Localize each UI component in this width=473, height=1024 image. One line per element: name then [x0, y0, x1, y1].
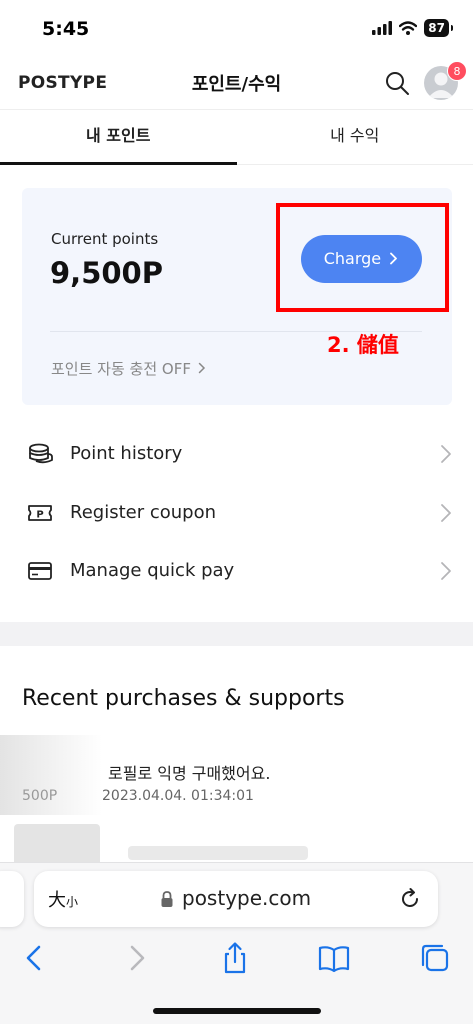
text-size-button[interactable]: 大小 [48, 886, 78, 912]
purchase-date: 2023.04.04. 01:34:01 [102, 788, 254, 804]
coupon-icon: P [28, 504, 52, 521]
previous-tab-preview[interactable] [0, 871, 24, 927]
lock-icon [161, 891, 173, 907]
purchase-description[interactable]: 로필로 익명 구매했어요. [108, 760, 270, 784]
wifi-icon [399, 21, 418, 35]
auto-charge-link[interactable]: 포인트 자동 충전 OFF [51, 358, 206, 379]
tab-my-points[interactable]: 내 포인트 [0, 111, 237, 165]
bookmarks-icon[interactable] [317, 941, 351, 975]
blurred-text [128, 846, 308, 860]
menu-label: Point history [70, 443, 183, 464]
notification-badge: 8 [447, 61, 467, 81]
menu-item-register-coupon[interactable]: P Register coupon [0, 484, 473, 543]
menu-label: Manage quick pay [70, 560, 235, 581]
status-time: 5:45 [42, 18, 90, 40]
chevron-right-icon [441, 445, 451, 463]
tab-bar: 내 포인트 내 수익 [0, 111, 473, 165]
share-icon[interactable] [218, 941, 252, 975]
chevron-right-icon [441, 562, 451, 580]
svg-text:P: P [36, 509, 43, 520]
battery-indicator: 87 [424, 19, 453, 37]
purchase-points: 500P [22, 788, 58, 804]
signal-icon [372, 21, 393, 35]
home-indicator [153, 1008, 321, 1014]
reload-icon[interactable] [398, 887, 422, 911]
current-points-label: Current points [51, 230, 159, 248]
menu-list: Point history P Register coupon Manage q… [0, 425, 473, 601]
coins-icon [29, 443, 53, 464]
tabs-icon[interactable] [418, 941, 452, 975]
menu-item-point-history[interactable]: Point history [0, 425, 473, 484]
chevron-right-icon [441, 503, 451, 522]
annotation-label: 2. 儲值 [327, 333, 399, 357]
search-icon[interactable] [384, 70, 410, 96]
recent-section-title: Recent purchases & supports [22, 686, 345, 711]
browser-toolbar: 大小 postype.com [0, 862, 473, 1024]
browser-nav-row [0, 937, 473, 983]
url-text: postype.com [182, 886, 312, 910]
status-bar: 5:45 87 [0, 0, 473, 56]
forward-icon[interactable] [119, 941, 153, 975]
annotation-highlight-box [276, 203, 449, 312]
card-icon [28, 562, 52, 580]
text-size-small: 小 [66, 895, 79, 909]
tab-my-earnings[interactable]: 내 수익 [237, 111, 473, 164]
status-icons: 87 [372, 19, 453, 37]
text-size-large: 大 [48, 890, 66, 911]
menu-label: Register coupon [70, 501, 216, 523]
menu-item-manage-quick-pay[interactable]: Manage quick pay [0, 542, 473, 601]
section-divider [0, 622, 473, 646]
auto-charge-label: 포인트 자동 충전 OFF [51, 360, 191, 378]
address-bar[interactable]: 大小 postype.com [34, 871, 438, 927]
chevron-right-icon [198, 362, 205, 374]
back-icon[interactable] [18, 941, 52, 975]
current-points-value: 9,500P [50, 256, 163, 290]
app-header: POSTYPE 포인트/수익 8 [0, 56, 473, 110]
